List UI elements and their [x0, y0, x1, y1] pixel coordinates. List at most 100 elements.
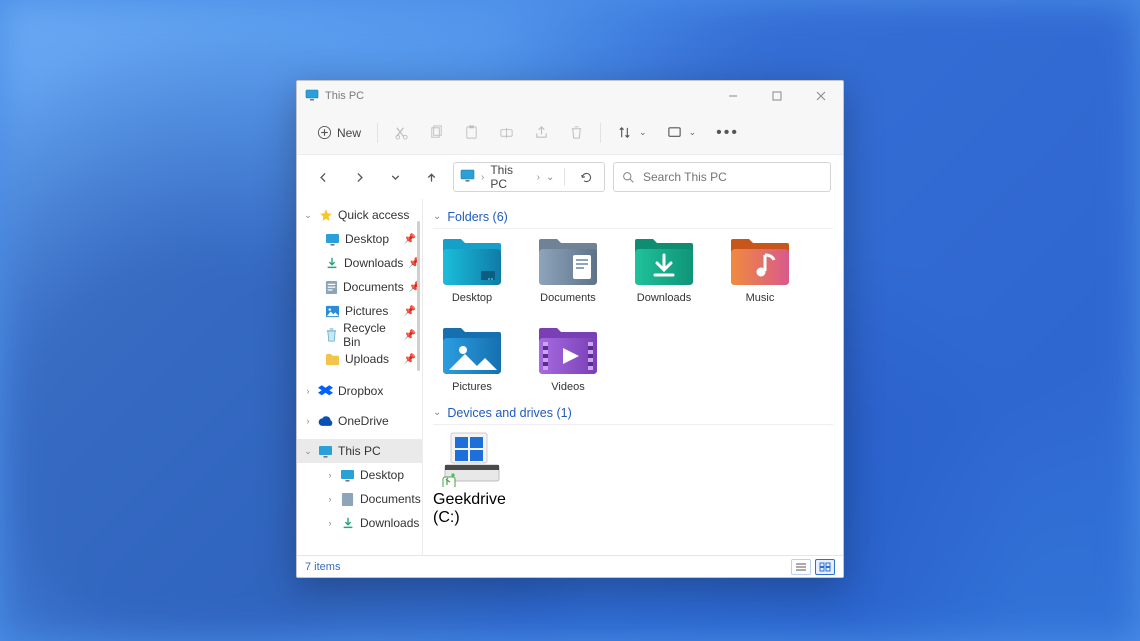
this-pc-icon	[305, 89, 319, 104]
folder-item-pictures[interactable]: Pictures	[433, 324, 511, 393]
chevron-right-icon: ›	[325, 494, 335, 504]
scrollbar-thumb[interactable]	[417, 221, 420, 371]
folder-item-documents[interactable]: Documents	[529, 235, 607, 304]
desktop-icon	[325, 232, 340, 247]
copy-button[interactable]	[421, 117, 452, 149]
address-bar[interactable]: › This PC › ⌄	[453, 162, 605, 192]
sidebar-item-pictures[interactable]: Pictures📌	[297, 299, 422, 323]
more-button[interactable]: •••	[708, 117, 747, 149]
sidebar-item-downloads[interactable]: Downloads📌	[297, 251, 422, 275]
sidebar-item-documents[interactable]: Documents📌	[297, 275, 422, 299]
search-box[interactable]	[613, 162, 831, 192]
refresh-button[interactable]	[575, 171, 598, 184]
folder-item-downloads[interactable]: Downloads	[625, 235, 703, 304]
navigation-sidebar: ⌄ Quick access Desktop📌 Downloads📌 Docum…	[297, 199, 423, 555]
sidebar-item-recycle-bin[interactable]: Recycle Bin📌	[297, 323, 422, 347]
trash-icon	[569, 125, 584, 140]
sidebar-dropbox[interactable]: ›Dropbox	[297, 379, 422, 403]
sidebar-this-pc[interactable]: ⌄This PC	[297, 439, 422, 463]
share-button[interactable]	[526, 117, 557, 149]
search-icon	[622, 171, 635, 184]
maximize-button[interactable]	[755, 81, 799, 111]
pin-icon: 📌	[404, 330, 416, 341]
breadcrumb-segment[interactable]: This PC	[490, 163, 530, 191]
pictures-icon	[325, 304, 340, 319]
folder-item-music[interactable]: Music	[721, 235, 799, 304]
pictures-folder-icon	[441, 324, 503, 376]
share-icon	[534, 125, 549, 140]
minimize-button[interactable]	[711, 81, 755, 111]
pin-icon: 📌	[404, 234, 416, 245]
sidebar-quick-access[interactable]: ⌄ Quick access	[297, 203, 422, 227]
star-icon	[318, 208, 333, 223]
sort-button[interactable]: ⌄	[609, 117, 655, 149]
folder-grid: Desktop Documents	[433, 235, 833, 393]
file-explorer-window: This PC New ⌄ ⌄ ••• › This PC	[296, 80, 844, 578]
list-icon	[795, 562, 807, 572]
paste-button[interactable]	[456, 117, 487, 149]
up-button[interactable]	[417, 163, 445, 191]
chevron-down-icon: ⌄	[303, 446, 313, 457]
delete-button[interactable]	[561, 117, 592, 149]
dropbox-icon	[318, 384, 333, 399]
chevron-down-icon: ⌄	[433, 211, 441, 222]
sidebar-pc-desktop[interactable]: ›Desktop	[297, 463, 422, 487]
chevron-right-icon: ›	[325, 470, 335, 480]
pin-icon: 📌	[404, 306, 416, 317]
view-icon	[667, 125, 682, 140]
recent-locations-button[interactable]	[381, 163, 409, 191]
chevron-down-icon[interactable]: ⌄	[546, 172, 554, 183]
music-folder-icon	[729, 235, 791, 287]
close-button[interactable]	[799, 81, 843, 111]
chevron-right-icon: ›	[481, 172, 484, 183]
drive-item-c[interactable]: Geekdrive (C:)	[433, 431, 511, 527]
documents-folder-icon	[537, 235, 599, 287]
this-pc-icon	[460, 169, 475, 185]
rename-icon	[499, 125, 514, 140]
icons-view-button[interactable]	[815, 559, 835, 575]
folder-item-desktop[interactable]: Desktop	[433, 235, 511, 304]
back-button[interactable]	[309, 163, 337, 191]
folder-item-videos[interactable]: Videos	[529, 324, 607, 393]
view-button[interactable]: ⌄	[659, 117, 705, 149]
folder-icon	[325, 352, 340, 367]
title-bar: This PC	[297, 81, 843, 111]
sidebar-item-desktop[interactable]: Desktop📌	[297, 227, 422, 251]
cut-icon	[394, 125, 409, 140]
new-button[interactable]: New	[309, 117, 369, 149]
sidebar-pc-downloads[interactable]: ›Downloads	[297, 511, 422, 535]
desktop-folder-icon	[441, 235, 503, 287]
command-toolbar: New ⌄ ⌄ •••	[297, 111, 843, 155]
documents-icon	[340, 492, 355, 507]
drive-grid: Geekdrive (C:)	[433, 431, 833, 527]
sidebar-onedrive[interactable]: ›OneDrive	[297, 409, 422, 433]
chevron-down-icon: ⌄	[433, 407, 441, 418]
rename-button[interactable]	[491, 117, 522, 149]
group-drives-header[interactable]: ⌄ Devices and drives (1)	[433, 401, 833, 425]
navigation-row: › This PC › ⌄	[297, 155, 843, 199]
content-pane: ⌄ Folders (6) Desktop	[423, 199, 843, 555]
sidebar-pc-documents[interactable]: ›Documents	[297, 487, 422, 511]
details-view-button[interactable]	[791, 559, 811, 575]
downloads-icon	[340, 516, 355, 531]
item-count: 7 items	[305, 561, 340, 573]
forward-button[interactable]	[345, 163, 373, 191]
grid-icon	[819, 562, 831, 572]
cut-button[interactable]	[386, 117, 417, 149]
search-input[interactable]	[643, 170, 822, 184]
chevron-down-icon: ⌄	[303, 210, 313, 221]
chevron-right-icon: ›	[537, 172, 540, 183]
documents-icon	[325, 280, 338, 295]
chevron-right-icon: ›	[303, 416, 313, 426]
chevron-down-icon: ⌄	[689, 127, 697, 138]
onedrive-icon	[318, 414, 333, 429]
chevron-right-icon: ›	[303, 386, 313, 396]
downloads-folder-icon	[633, 235, 695, 287]
downloads-icon	[325, 256, 339, 271]
copy-icon	[429, 125, 444, 140]
pin-icon: 📌	[404, 354, 416, 365]
this-pc-icon	[318, 444, 333, 459]
group-folders-header[interactable]: ⌄ Folders (6)	[433, 205, 833, 229]
sidebar-item-uploads[interactable]: Uploads📌	[297, 347, 422, 371]
window-title: This PC	[325, 90, 364, 102]
